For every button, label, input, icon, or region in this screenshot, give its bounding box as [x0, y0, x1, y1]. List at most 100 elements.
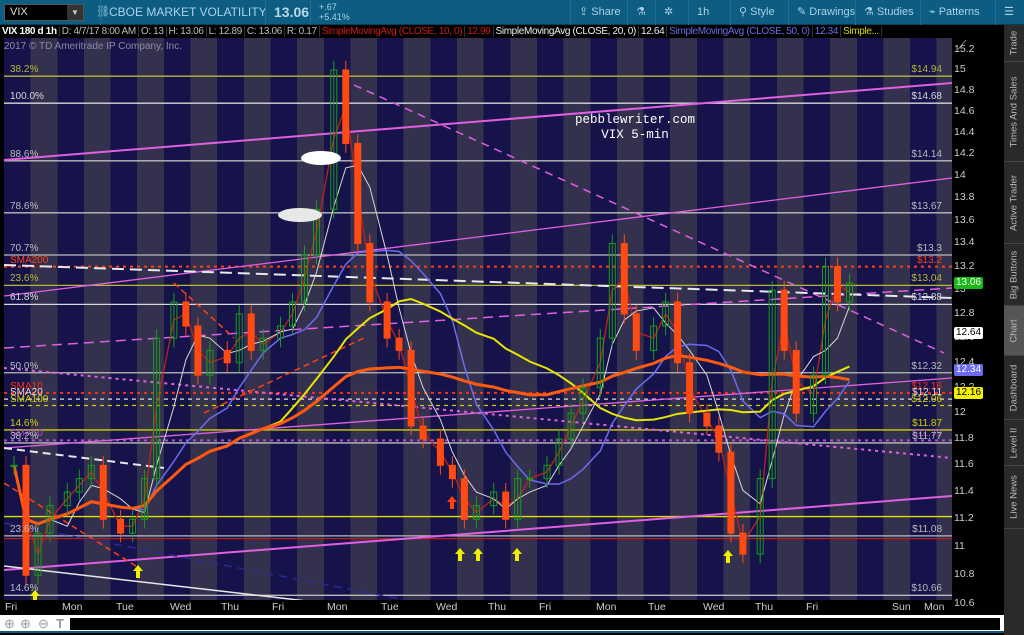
up-arrow-icon: [455, 548, 465, 561]
sma10-value: 12.99: [465, 26, 494, 37]
level-left-label: 78.6%: [10, 200, 39, 212]
bar-date: D: 4/7/17 8:00 AM: [59, 26, 139, 37]
toolbar: VIX▼ ⛓ CBOE MARKET VOLATILITY INDEX 13.0…: [0, 0, 1024, 44]
side-tab-times-and-sales[interactable]: Times And Sales: [1004, 62, 1024, 162]
side-tab-dashboard[interactable]: Dashboard: [1004, 356, 1024, 420]
side-tab-chart[interactable]: Chart: [1004, 306, 1024, 356]
level-right-label: $11.77: [912, 430, 942, 442]
level-left-label: 70.7%: [10, 243, 39, 254]
share-button[interactable]: ⇪ Share: [570, 0, 629, 25]
price-tick: 15.2: [954, 42, 975, 55]
level-right-label: $13.2: [916, 254, 942, 266]
sma50-label[interactable]: SimpleMovingAvg (CLOSE, 50, 0): [667, 26, 813, 37]
price-tick: 15: [954, 63, 966, 75]
time-axis[interactable]: Fri Mon Tue Wed Thu Fri Mon Tue Wed Thu Fri Mon Tue W…: [0, 600, 952, 615]
candle-body: [247, 313, 255, 351]
side-tab-live-news[interactable]: Live News: [1004, 466, 1024, 529]
copyright-text: 2017 © TD Ameritrade IP Company, Inc.: [4, 41, 183, 52]
up-arrow-icon: [447, 496, 457, 509]
studies-button[interactable]: ⚗ Studies: [855, 0, 922, 25]
moving-average-line: [13, 249, 851, 525]
time-tick: Thu: [755, 601, 774, 613]
symbol-input[interactable]: VIX ▼: [4, 4, 84, 21]
level-right-label: $14.94: [911, 64, 942, 76]
level-left-label: 88.6%: [10, 148, 39, 160]
trend-line: [4, 177, 952, 297]
candle-body: [632, 313, 640, 351]
candle-body: [194, 325, 202, 376]
level-right-label: $11.87: [912, 417, 942, 429]
side-tab-label: Level II: [1008, 427, 1020, 458]
level-right-label: $13.3: [916, 243, 942, 254]
level-left-label: 61.8%: [10, 292, 39, 304]
sma20-label[interactable]: SimpleMovingAvg (CLOSE, 20, 0): [493, 26, 639, 37]
sma20-value: 12.64: [639, 26, 668, 37]
side-tab-level-ii[interactable]: Level II: [1004, 420, 1024, 466]
level-right-label: $11.08: [912, 523, 942, 535]
highlight-ellipse: [301, 151, 341, 165]
level-left-label: 50.0%: [10, 360, 39, 372]
time-tick: Tue: [648, 601, 666, 613]
time-tick: Fri: [539, 601, 552, 613]
sma10-label[interactable]: SimpleMovingAvg (CLOSE, 10, 0): [319, 26, 466, 37]
side-tab-label: Dashboard: [1008, 364, 1020, 411]
candle-body: [10, 464, 18, 467]
price-badge: 12.64: [954, 327, 984, 340]
candle-body: [739, 532, 747, 555]
time-tick: Fri: [5, 601, 18, 613]
candle-body: [223, 349, 231, 364]
chevron-down-icon[interactable]: ▼: [67, 5, 83, 20]
level-left-label: 38.2%: [10, 64, 39, 76]
up-arrow-icon: [723, 550, 733, 563]
style-button[interactable]: ⚲ Style: [730, 0, 783, 25]
side-tab-label: Chart: [1008, 318, 1020, 343]
trend-line: [4, 82, 952, 161]
up-arrow-icon: [473, 548, 483, 561]
chart-plot-area[interactable]: 38.2% $14.94 100.0% $14.68 88.6% $14.14 78.6% $…: [4, 38, 952, 600]
price-tick: 13.6: [954, 213, 975, 226]
level-left-label: 100.0%: [10, 91, 44, 103]
side-tab-big-buttons[interactable]: Big Buttons: [1004, 244, 1024, 306]
moving-average-line: [13, 297, 850, 525]
horizontal-scrollbar[interactable]: [70, 618, 1000, 630]
level-left-label: 23.6%: [10, 273, 39, 285]
candle-body: [792, 349, 800, 414]
side-tab-active-trader[interactable]: Active Trader: [1004, 162, 1024, 244]
crosshair-icon[interactable]: ⊕: [4, 616, 15, 632]
change-percent: +5.41%: [319, 12, 350, 22]
zoom-in-icon[interactable]: ⊕: [20, 616, 31, 632]
zoom-out-icon[interactable]: ⊖: [38, 616, 49, 632]
bar-close: C: 13.06: [244, 26, 285, 37]
time-tick: Tue: [116, 601, 134, 613]
level-right-label: $10.66: [911, 583, 942, 595]
drawings-button[interactable]: ✎ Drawings: [788, 0, 863, 25]
level-right-label: $12.06: [911, 393, 942, 405]
candle-body: [460, 478, 468, 520]
patterns-button[interactable]: ⌁ Patterns: [920, 0, 988, 25]
time-tick: Fri: [272, 601, 285, 613]
flask-icon[interactable]: ⚗: [627, 0, 654, 25]
candle-body: [780, 289, 788, 351]
candle-body: [703, 412, 711, 427]
time-tick: Sun: [892, 601, 911, 613]
time-tick: Tue: [381, 601, 399, 613]
interval-button[interactable]: 1h: [688, 0, 726, 25]
side-tab-trade[interactable]: Trade: [1004, 25, 1024, 62]
up-arrow-icon: [133, 565, 143, 578]
level-left-label: SMA200: [10, 254, 49, 266]
price-tick: 14.4: [954, 125, 975, 138]
level-left-label: 14.6%: [10, 417, 39, 429]
menu-icon[interactable]: ☰: [995, 0, 1022, 25]
gear-icon[interactable]: ✲: [655, 0, 681, 25]
sma-more-label[interactable]: Simple...: [841, 26, 882, 37]
price-tick: 14.2: [954, 147, 975, 160]
side-tab-label: Trade: [1008, 30, 1020, 56]
price-badge: 13.06: [954, 277, 984, 289]
price-tick: 11: [954, 540, 965, 553]
time-tick: Wed: [170, 601, 192, 613]
price-badge: 12.16: [954, 386, 984, 399]
price-axis[interactable]: ⟋ 15.2 15 14.8 14.6 14.4 14.2 14 13.8 13.6 13.4 13…: [952, 25, 1004, 615]
bar-low: L: 12.89: [206, 26, 245, 37]
candle-body: [436, 438, 444, 466]
text-tool-icon[interactable]: T: [56, 616, 64, 631]
